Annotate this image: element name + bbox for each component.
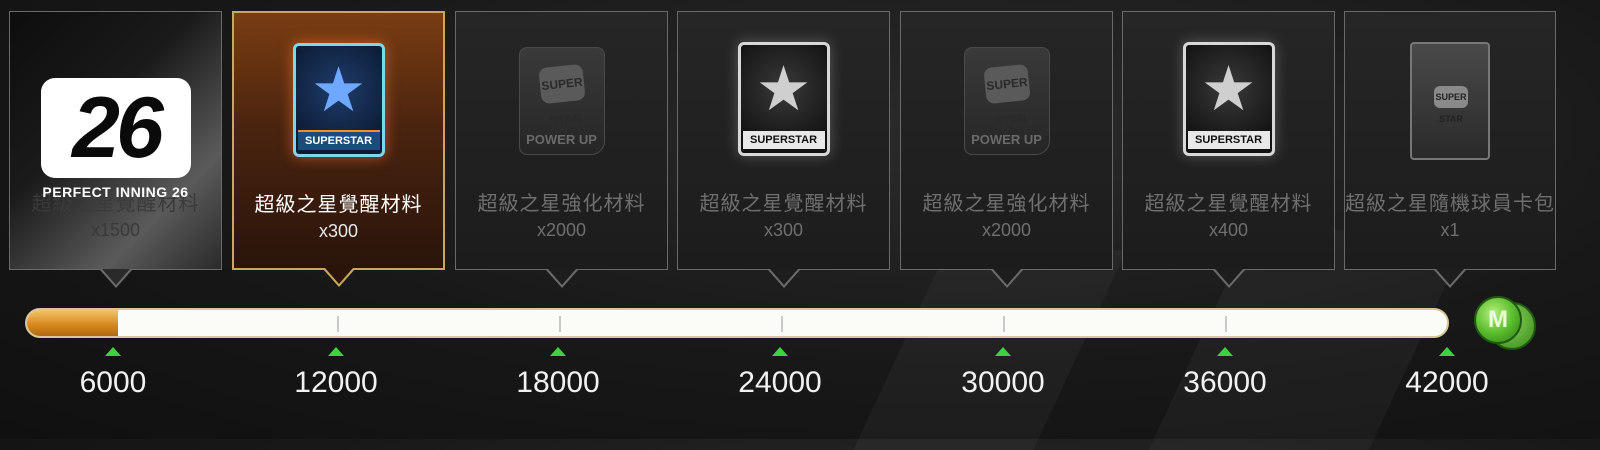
coin-letter: M: [1488, 306, 1508, 333]
reward-row: 超級之星覺醒材料 x1500 26 PERFECT INNING 26 ★ SU…: [0, 0, 1600, 300]
reward-quantity: x2000: [536, 220, 587, 240]
progress-tick: [1003, 316, 1005, 332]
card-pointer: [1434, 269, 1466, 288]
card-pointer: [545, 269, 578, 288]
reward-card-6[interactable]: ★ SUPERSTAR 超級之星覺醒材料 x400: [1122, 11, 1335, 288]
star-icon: ★: [755, 55, 812, 124]
milestone-label: 18000: [516, 366, 600, 399]
milestone-marker: [1217, 347, 1233, 356]
progress-tick: [337, 316, 339, 332]
reward-card-3[interactable]: SUPER STAR POWER UP 超級之星強化材料 x2000: [455, 11, 668, 288]
milestone-marker: [550, 347, 566, 356]
reward-card-5[interactable]: SUPER STAR POWER UP 超級之星強化材料 x2000: [900, 11, 1113, 288]
reward-name: 超級之星覺醒材料: [1144, 193, 1313, 215]
milestone-label: 6000: [79, 366, 147, 399]
reward-card-4[interactable]: ★ SUPERSTAR 超級之星覺醒材料 x300: [677, 11, 890, 288]
superstar-card-icon: ★ SUPERSTAR: [292, 43, 385, 157]
card-pointer: [322, 268, 355, 287]
card-pointer: [1212, 269, 1245, 288]
reward-name: 超級之星覺醒材料: [699, 193, 868, 215]
milestone-label: 24000: [738, 366, 822, 399]
card-pointer: [990, 269, 1023, 288]
milestone-label: 12000: [294, 366, 378, 399]
m-coin-icon: M: [1474, 296, 1522, 344]
logo-number: 26: [72, 80, 164, 176]
power-up-icon: SUPER STAR POWER UP: [518, 47, 605, 155]
star-icon: ★: [1200, 55, 1257, 124]
progress-tick: [781, 316, 783, 332]
reward-quantity: x300: [318, 221, 359, 241]
milestone-label: 36000: [1183, 366, 1267, 399]
reward-quantity: x2000: [981, 220, 1032, 240]
game-logo-icon: 26: [41, 78, 191, 178]
progress-tick: [559, 316, 561, 332]
reward-card-2[interactable]: ★ SUPERSTAR 超級之星覺醒材料 x300: [232, 11, 445, 287]
reward-name: 超級之星隨機球員卡包: [1345, 193, 1555, 215]
superstar-card-icon: ★ SUPERSTAR: [737, 42, 830, 156]
card-pointer: [767, 269, 800, 288]
milestone-label: 30000: [961, 366, 1045, 399]
milestone-marker: [328, 347, 344, 356]
reward-name: 超級之星覺醒材料: [254, 194, 423, 216]
superstar-card-icon: ★ SUPERSTAR: [1182, 42, 1275, 156]
icon-label: POWER UP: [971, 132, 1042, 147]
milestone-marker: [1439, 347, 1455, 356]
superstar-logo-icon: SUPER STAR: [537, 63, 586, 128]
icon-label: SUPERSTAR: [742, 131, 825, 149]
superstar-logo-icon: SUPER STAR: [982, 63, 1031, 128]
reward-quantity: x1500: [90, 220, 141, 240]
reward-name: 超級之星強化材料: [477, 193, 646, 215]
star-icon: ★: [310, 56, 367, 125]
icon-label: SUPERSTAR: [297, 130, 380, 150]
milestone-label: 42000: [1405, 366, 1489, 399]
icon-label: SUPERSTAR: [1187, 131, 1270, 149]
milestone-marker: [105, 347, 121, 356]
progress-fill: [27, 310, 118, 336]
power-up-icon: SUPER STAR POWER UP: [963, 47, 1050, 155]
player-card-pack-icon: SUPER STAR: [1410, 42, 1490, 160]
reward-card-1[interactable]: 超級之星覺醒材料 x1500 26 PERFECT INNING 26: [9, 11, 222, 288]
card-pointer: [99, 269, 132, 288]
reward-quantity: x400: [1208, 220, 1249, 240]
icon-label: POWER UP: [526, 132, 597, 147]
reward-quantity: x1: [1440, 220, 1460, 240]
superstar-logo-icon: SUPER STAR: [1434, 86, 1468, 124]
milestone-marker: [995, 347, 1011, 356]
reward-quantity: x300: [763, 220, 804, 240]
progress-tick: [1225, 316, 1227, 332]
progress-bar: [25, 308, 1449, 338]
reward-name: 超級之星強化材料: [922, 193, 1091, 215]
milestone-marker: [772, 347, 788, 356]
reward-card-7[interactable]: SUPER STAR 超級之星隨機球員卡包 x1: [1344, 11, 1556, 288]
logo-caption: PERFECT INNING 26: [42, 184, 189, 200]
